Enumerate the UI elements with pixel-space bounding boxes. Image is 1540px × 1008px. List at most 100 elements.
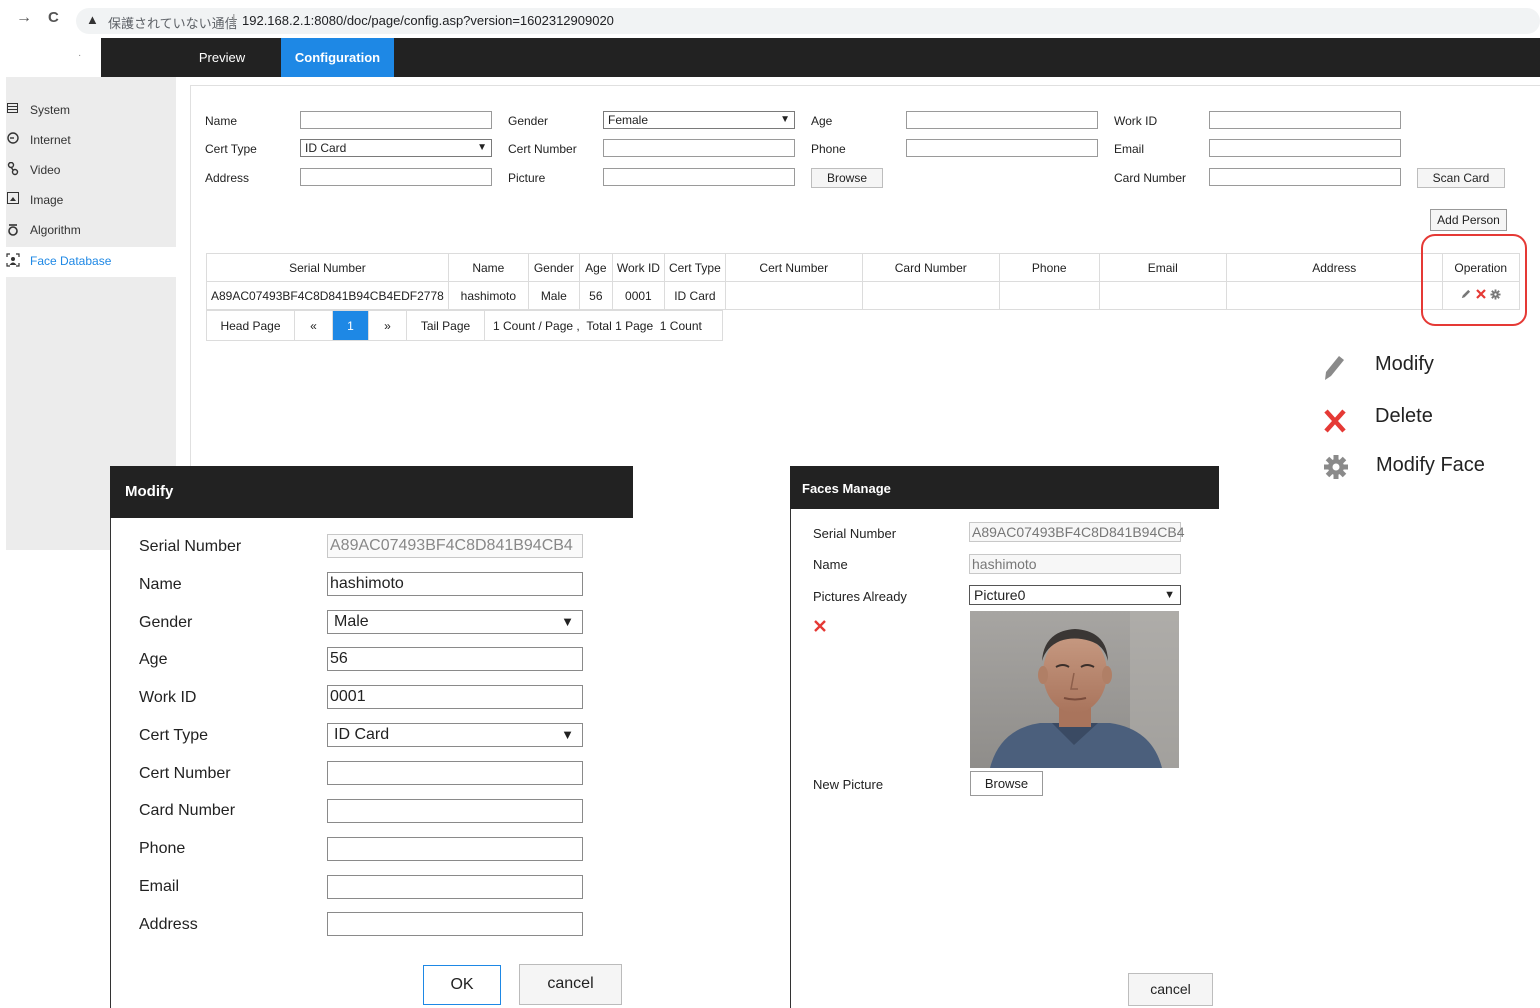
- phone-input[interactable]: [906, 139, 1098, 157]
- sidebar-item-system[interactable]: System: [6, 96, 176, 126]
- head-page-button[interactable]: Head Page: [206, 310, 295, 341]
- url-text[interactable]: 192.168.2.1:8080/doc/page/config.asp?ver…: [242, 13, 614, 28]
- modify-name-input[interactable]: hashimoto: [327, 572, 583, 596]
- name-input[interactable]: [300, 111, 492, 129]
- work-id-label: Work ID: [1114, 114, 1158, 128]
- scan-card-button[interactable]: Scan Card: [1417, 168, 1505, 188]
- pictures-already-label: Pictures Already: [813, 589, 907, 604]
- cell-card-number: [861, 281, 1000, 310]
- gender-select[interactable]: Female ▼: [603, 111, 795, 129]
- video-icon: [6, 161, 20, 176]
- cert-number-input[interactable]: [603, 139, 795, 157]
- delete-icon: [1323, 408, 1347, 437]
- delete-picture-icon[interactable]: [813, 619, 827, 636]
- face-photo: [970, 611, 1179, 768]
- header-cert-type: Cert Type: [663, 253, 726, 282]
- picture-input[interactable]: [603, 168, 795, 186]
- picture-label: Picture: [508, 171, 546, 185]
- logo-area: [6, 38, 101, 77]
- faces-serial-input[interactable]: A89AC07493BF4C8D841B94CB4: [969, 522, 1184, 542]
- faces-browse-button[interactable]: Browse: [970, 771, 1043, 796]
- chevron-down-icon: ▼: [477, 142, 487, 153]
- next-page-button[interactable]: »: [368, 310, 407, 341]
- card-number-input[interactable]: [1209, 168, 1401, 186]
- card-number-label: Card Number: [1114, 171, 1187, 185]
- legend-modify-face: Modify Face: [1376, 454, 1485, 476]
- image-icon: [6, 192, 20, 206]
- pagination: Head Page « 1 » Tail Page 1 Count / Page…: [206, 310, 723, 341]
- header-name: Name: [447, 253, 529, 282]
- modify-dialog-title: Modify: [110, 466, 633, 518]
- add-person-button[interactable]: Add Person: [1430, 209, 1507, 231]
- sidebar-item-internet[interactable]: Internet: [6, 126, 176, 156]
- total-pages: Total 1 Page: [586, 318, 654, 333]
- modify-cert-number-input[interactable]: [327, 761, 583, 785]
- reload-icon[interactable]: C: [48, 9, 59, 26]
- cert-number-label: Cert Number: [508, 142, 577, 156]
- name-label: Name: [205, 114, 238, 128]
- faces-name-label: Name: [813, 557, 848, 572]
- browse-button[interactable]: Browse: [811, 168, 883, 188]
- modify-cert-type-select[interactable]: ID Card ▼: [327, 723, 583, 747]
- modify-card-number-input[interactable]: [327, 799, 583, 823]
- total-count: 1 Count: [659, 318, 702, 333]
- prev-page-button[interactable]: «: [294, 310, 333, 341]
- modify-work-id-input[interactable]: 0001: [327, 685, 583, 709]
- pencil-icon: [1322, 354, 1346, 385]
- modify-work-id-label: Work ID: [139, 689, 197, 706]
- person-table: Serial Number Name Gender Age Work ID Ce…: [206, 253, 1520, 310]
- address-input[interactable]: [300, 168, 492, 186]
- logo: ·: [78, 50, 82, 61]
- modify-address-input[interactable]: [327, 912, 583, 936]
- modify-address-label: Address: [139, 916, 198, 933]
- sidebar-item-label: Image: [30, 193, 64, 207]
- cert-type-label: Cert Type: [205, 142, 257, 156]
- url-divider: |: [232, 11, 236, 27]
- modify-phone-label: Phone: [139, 840, 186, 857]
- modify-cert-type-value: ID Card: [334, 726, 390, 743]
- face-database-icon: [6, 253, 20, 267]
- tail-page-button[interactable]: Tail Page: [406, 310, 485, 341]
- cancel-button[interactable]: cancel: [519, 964, 622, 1005]
- sidebar-item-image[interactable]: Image: [6, 186, 176, 216]
- security-status[interactable]: 保護されていない通信: [108, 13, 238, 32]
- sidebar-item-face-database[interactable]: Face Database: [6, 247, 176, 277]
- address-label: Address: [205, 171, 250, 185]
- work-id-input[interactable]: [1209, 111, 1401, 129]
- sidebar-item-algorithm[interactable]: Algorithm: [6, 216, 176, 246]
- gender-label: Gender: [508, 114, 549, 128]
- cert-type-select[interactable]: ID Card ▼: [300, 139, 492, 157]
- sidebar-item-label: Algorithm: [30, 223, 81, 237]
- cell-age: 56: [578, 281, 613, 310]
- algorithm-icon: [6, 222, 20, 236]
- sidebar-item-label: Video: [30, 163, 61, 177]
- faces-serial-label: Serial Number: [813, 526, 897, 541]
- sidebar-item-label: System: [30, 103, 71, 117]
- modify-gender-select[interactable]: Male ▼: [327, 610, 583, 634]
- tab-configuration[interactable]: Configuration: [281, 38, 394, 77]
- warning-icon[interactable]: ▲: [86, 12, 99, 27]
- age-input[interactable]: [906, 111, 1098, 129]
- faces-name-input[interactable]: hashimoto: [969, 554, 1181, 574]
- modify-cert-number-label: Cert Number: [139, 765, 231, 782]
- email-input[interactable]: [1209, 139, 1401, 157]
- sidebar-item-video[interactable]: Video: [6, 156, 176, 186]
- header-work-id: Work ID: [611, 253, 665, 282]
- modify-serial-input[interactable]: A89AC07493BF4C8D841B94CB4: [327, 534, 583, 558]
- page-1-button[interactable]: 1: [332, 310, 369, 341]
- header-email: Email: [1098, 253, 1227, 282]
- faces-cancel-button[interactable]: cancel: [1128, 973, 1213, 1006]
- new-picture-label: New Picture: [813, 777, 884, 792]
- tab-preview[interactable]: Preview: [187, 38, 257, 77]
- chevron-down-icon: ▼: [780, 114, 790, 125]
- modify-phone-input[interactable]: [327, 837, 583, 861]
- modify-email-input[interactable]: [327, 875, 583, 899]
- age-label: Age: [811, 114, 833, 128]
- modify-card-number-label: Card Number: [139, 802, 236, 819]
- forward-icon[interactable]: →: [16, 9, 32, 27]
- modify-age-input[interactable]: 56: [327, 647, 583, 671]
- gender-select-value: Female: [608, 113, 649, 127]
- pictures-already-select[interactable]: Picture0 ▼: [969, 585, 1181, 605]
- ok-button[interactable]: OK: [423, 965, 501, 1005]
- system-icon: [6, 102, 20, 116]
